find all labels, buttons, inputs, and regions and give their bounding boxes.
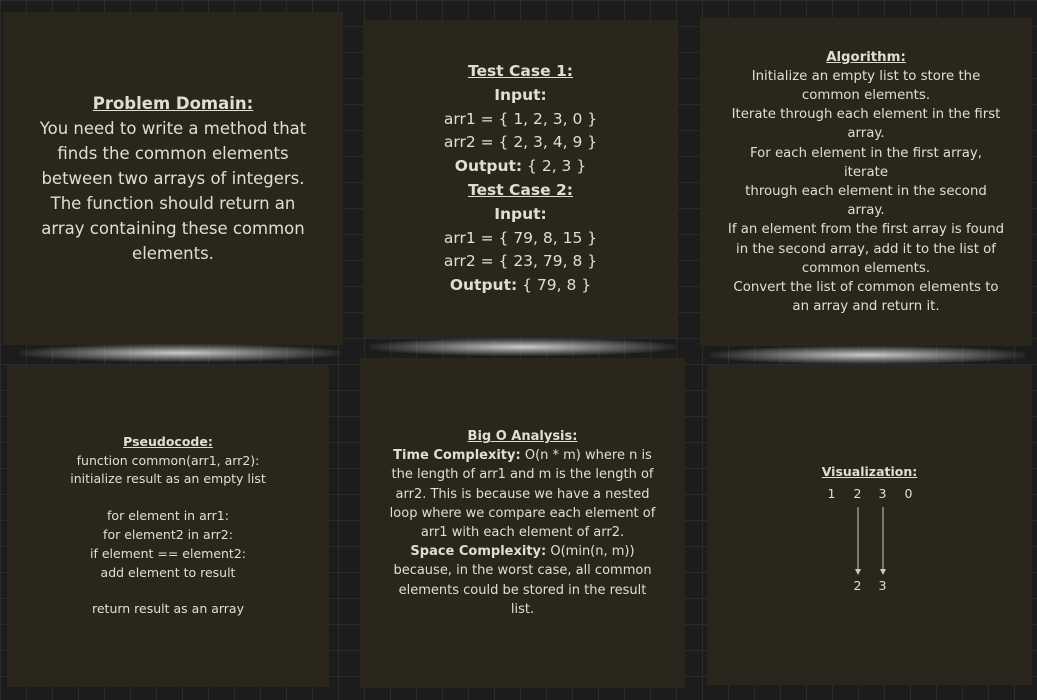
- algorithm-note[interactable]: Algorithm: Initialize an empty list to s…: [700, 18, 1032, 346]
- algorithm-line: common elements.: [801, 260, 931, 276]
- algorithm-line: array.: [847, 126, 885, 142]
- big-o-note[interactable]: Big O Analysis: Time Complexity: O(n * m…: [360, 358, 685, 688]
- time-complexity-text: loop where we compare each element of: [389, 505, 656, 521]
- pseudocode-line: for element in arr1:: [107, 508, 229, 524]
- pseudocode-line: add element to result: [100, 564, 236, 580]
- array-value: 2: [853, 485, 862, 501]
- time-complexity-text: O(n * m) where n is: [520, 448, 652, 464]
- space-complexity-text: list.: [510, 601, 535, 617]
- note-shadow: [710, 346, 1025, 364]
- pseudocode-line: initialize result as an empty list: [70, 471, 266, 487]
- test-case-1-arr2: arr2 = { 2, 3, 4, 9 }: [443, 133, 598, 152]
- problem-domain-note[interactable]: Problem Domain: You need to write a meth…: [3, 12, 343, 345]
- pseudocode-line: function common(arr1, arr2):: [76, 452, 260, 468]
- test-case-1-input-label: Input:: [494, 85, 547, 104]
- pseudocode-line: if element == element2:: [90, 545, 246, 561]
- test-case-1-arr1: arr1 = { 1, 2, 3, 0 }: [443, 109, 598, 128]
- space-complexity-text: because, in the worst case, all common: [393, 563, 652, 579]
- test-case-1-title: Test Case 1:: [467, 62, 573, 81]
- visualization-note[interactable]: Visualization: 1 2 3 0 2 3: [707, 365, 1032, 685]
- problem-line: array containing these common: [41, 219, 305, 238]
- test-case-2-output-label: Output:: [449, 276, 518, 295]
- test-case-2-input-label: Input:: [494, 204, 547, 223]
- note-shadow: [20, 344, 340, 362]
- algorithm-line: an array and return it.: [792, 299, 940, 315]
- result-value: 3: [878, 577, 887, 593]
- algorithm-line: If an element from the first array is fo…: [727, 222, 1005, 238]
- test-cases-note[interactable]: Test Case 1: Input: arr1 = { 1, 2, 3, 0 …: [363, 20, 678, 338]
- space-complexity-text: elements could be stored in the result: [398, 582, 647, 598]
- big-o-title: Big O Analysis:: [467, 428, 578, 444]
- time-complexity-text: arr2. This is because we have a nested: [395, 486, 650, 502]
- algorithm-line: through each element in the second: [745, 184, 987, 199]
- visualization-title: Visualization:: [821, 463, 918, 479]
- pseudocode-line: for element2 in arr2:: [103, 527, 233, 542]
- time-complexity-label: Time Complexity:: [393, 448, 521, 464]
- time-complexity-text: arr1 with each element of arr2.: [420, 525, 625, 540]
- arrows-icon: [854, 506, 886, 575]
- pseudocode-line: return result as an array: [91, 601, 244, 617]
- time-complexity-text: the length of arr1 and m is the length o…: [391, 467, 654, 483]
- space-complexity-label: Space Complexity:: [410, 544, 547, 560]
- test-case-2-output: Output: { 79, 8 }: [450, 274, 591, 298]
- problem-line: elements.: [132, 244, 214, 263]
- algorithm-title: Algorithm:: [826, 49, 906, 65]
- algorithm-line: in the second array, add it to the list …: [736, 241, 996, 257]
- test-case-1-output: Output: { 2, 3 }: [455, 155, 586, 179]
- test-case-1-output-value: { 2, 3 }: [522, 157, 587, 176]
- algorithm-line: Initialize an empty list to store the: [751, 68, 981, 84]
- result-value: 2: [853, 577, 862, 593]
- pseudocode-title: Pseudocode:: [123, 433, 213, 449]
- algorithm-line: For each element in the first array, ite…: [749, 145, 983, 180]
- test-case-2-title: Test Case 2:: [467, 181, 573, 199]
- pseudocode-note[interactable]: Pseudocode: function common(arr1, arr2):…: [7, 365, 329, 687]
- algorithm-line: common elements.: [801, 87, 931, 103]
- problem-line: between two arrays of integers.: [41, 169, 305, 188]
- test-case-2-arr2: arr2 = { 23, 79, 8 }: [443, 252, 598, 271]
- algorithm-line: Iterate through each element in the firs…: [731, 107, 1001, 123]
- note-shadow: [370, 338, 675, 356]
- problem-line: The function should return an: [50, 194, 296, 213]
- test-case-2-output-value: { 79, 8 }: [517, 276, 592, 295]
- problem-domain-title: Problem Domain:: [92, 94, 254, 113]
- problem-line: You need to write a method that: [39, 119, 307, 138]
- test-case-1-output-label: Output:: [454, 157, 523, 176]
- array-value: 3: [878, 485, 887, 501]
- array-value: 1: [827, 485, 836, 501]
- algorithm-line: Convert the list of common elements to: [733, 280, 999, 296]
- space-complexity-text: O(min(n, m)): [546, 544, 635, 560]
- algorithm-line: array.: [847, 203, 885, 219]
- visualization-diagram: Visualization: 1 2 3 0 2 3: [810, 463, 930, 593]
- array-value: 0: [904, 485, 913, 501]
- test-case-2-arr1: arr1 = { 79, 8, 15 }: [443, 228, 598, 247]
- problem-line: finds the common elements: [57, 144, 289, 163]
